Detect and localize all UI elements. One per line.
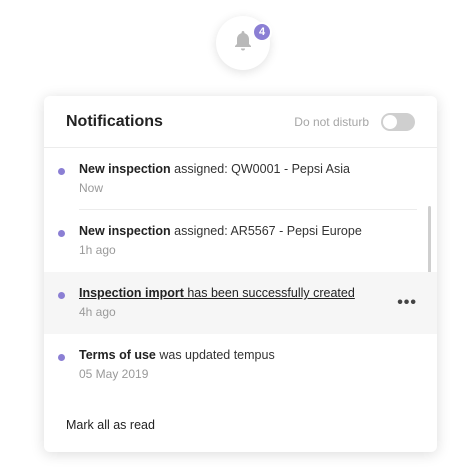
notification-text: assigned: AR5567 - Pepsi Europe: [170, 224, 362, 238]
notification-time: 05 May 2019: [79, 367, 149, 381]
notification-item[interactable]: New inspection assigned: AR5567 - Pepsi …: [44, 210, 437, 272]
notification-time: Now: [79, 181, 104, 195]
toggle-knob: [383, 114, 397, 129]
unread-dot: [58, 354, 65, 361]
notification-time: 1h ago: [79, 243, 116, 257]
notifications-widget: 4 Notifications Do not disturb New inspe…: [0, 0, 474, 476]
notification-message: New inspection assigned: AR5567 - Pepsi …: [79, 224, 397, 238]
notification-count-badge: 4: [252, 22, 272, 42]
unread-dot: [58, 230, 65, 237]
notification-subject: New inspection: [79, 162, 171, 176]
notification-time: 4h ago: [79, 305, 116, 319]
notification-text: assigned: QW0001 - Pepsi Asia: [170, 162, 350, 176]
do-not-disturb-label: Do not disturb: [294, 114, 369, 129]
notification-message: Terms of use was updated tempus: [79, 348, 397, 362]
notifications-panel: Notifications Do not disturb New inspect…: [44, 96, 437, 452]
notification-text: was updated tempus: [155, 348, 275, 362]
panel-title: Notifications: [66, 112, 163, 130]
panel-footer: Mark all as read: [44, 398, 437, 452]
notification-list: New inspection assigned: QW0001 - Pepsi …: [44, 148, 437, 396]
notification-subject: New inspection: [79, 224, 171, 238]
notification-link[interactable]: Inspection import has been successfully …: [79, 286, 355, 300]
mark-all-as-read-button[interactable]: Mark all as read: [66, 418, 155, 432]
unread-dot: [58, 168, 65, 175]
notification-item[interactable]: New inspection assigned: QW0001 - Pepsi …: [44, 148, 437, 210]
unread-dot: [58, 292, 65, 299]
notification-item[interactable]: Inspection import has been successfully …: [44, 272, 437, 334]
more-options-button[interactable]: •••: [397, 294, 417, 312]
notification-message: New inspection assigned: QW0001 - Pepsi …: [79, 162, 397, 176]
notification-subject: Terms of use: [79, 348, 156, 362]
notification-subject: Inspection import: [79, 286, 184, 300]
do-not-disturb-toggle[interactable]: [381, 112, 415, 131]
notification-message: Inspection import has been successfully …: [79, 286, 397, 300]
notification-item[interactable]: Terms of use was updated tempus 05 May 2…: [44, 334, 437, 396]
notification-text: has been successfully created: [183, 286, 355, 300]
panel-header: Notifications Do not disturb: [44, 96, 437, 148]
